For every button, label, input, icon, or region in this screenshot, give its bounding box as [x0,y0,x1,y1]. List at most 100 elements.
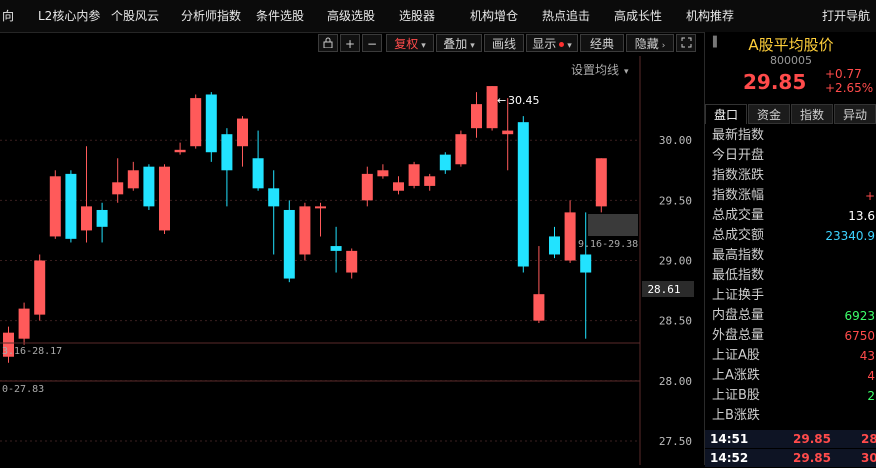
quote-row: 总成交额 23340.9 [705,226,876,246]
candle [18,302,30,345]
candle [3,326,14,363]
menu-item-hot-chase[interactable]: 热点追击 [542,0,590,32]
candle [237,116,248,167]
quote-row: 指数涨幅 + [705,186,876,206]
candle [221,128,233,207]
lower-line-label: 0-27.83 [2,384,44,395]
candle-body [159,166,170,231]
candle-body [471,104,482,129]
candle-body [34,260,46,315]
menu-item-stock-news[interactable]: 个股风云 [111,0,159,32]
lock-icon [323,37,333,51]
quote-row-label: 最高指数 [712,248,765,263]
candle [283,200,295,283]
candle [34,254,46,321]
candle [96,202,108,243]
kline-chart-svg: 30.00 29.50 29.00 28.50 28.00 27.50 设置均线 ▾ 30… [0,56,694,465]
menu-item-l2[interactable]: L2核心内参 [38,0,100,32]
candle-body [315,206,326,209]
candle-body [190,98,202,147]
candle-body [346,250,358,273]
display-button[interactable]: 显示 ▾ [526,34,578,52]
candle-body [580,254,592,273]
sidebar-tabs: 盘口 资金 指数 异动 [705,104,876,124]
last-price: 29.85 [743,70,807,94]
caret-down-icon: ▾ [567,41,572,51]
tick-time: 14:52 [710,451,749,465]
upper-line-label: 3.16-28.17 [2,346,62,357]
classic-button[interactable]: 经典 [580,34,624,52]
zoom-out-button[interactable]: − [362,34,382,52]
quote-row-label: 上证B股 [712,388,760,403]
draw-line-button[interactable]: 画线 [484,34,524,52]
quote-row: 外盘总量 6750 [705,326,876,346]
candle [268,170,280,255]
tab-movement[interactable]: 异动 [834,104,876,124]
candle-body [439,154,451,171]
overlay-button[interactable]: 叠加 ▾ [436,34,482,52]
fullscreen-icon [681,37,692,51]
candle-body [564,212,576,261]
alert-dot-icon [559,42,565,47]
candle-body [49,176,61,237]
candle [65,170,77,243]
quote-row-value: 6923 [844,309,875,323]
caret-down-icon: ▾ [470,41,475,51]
menu-item-open-nav[interactable]: 打开导航 [822,0,870,32]
menu-item-conditional-select[interactable]: 条件选股 [256,0,304,32]
menu-item-institution-rec[interactable]: 机构推荐 [686,0,734,32]
zoom-in-button[interactable]: + [340,34,360,52]
lock-button[interactable] [318,34,338,52]
candle-body [424,176,436,186]
tab-funds[interactable]: 资金 [748,104,790,124]
quote-row: 上B涨跌 [705,406,876,426]
quote-row-value: 2 [867,389,875,403]
tab-index[interactable]: 指数 [791,104,833,124]
top-menu-bar: 向 L2核心内参 个股风云 分析师指数 条件选股 高级选股 选股器 机构增仓 热… [0,0,876,33]
candle-body [112,182,124,195]
candle-body [143,166,155,207]
menu-item-stock-picker[interactable]: 选股器 [399,0,435,32]
candle [517,116,529,273]
candle-body [205,94,217,153]
hide-button[interactable]: 隐藏 › [626,34,674,52]
candle [174,142,186,155]
change-value: +0.77 [825,67,862,81]
adjust-button[interactable]: 复权 ▾ [386,34,434,52]
chart-toolbar: + − 复权 ▾ 叠加 ▾ 画线 显示 ▾ 经典 隐藏 › [310,32,700,54]
ma-setting-label[interactable]: 设置均线 [571,63,619,77]
menu-item-advanced-select[interactable]: 高级选股 [327,0,375,32]
current-price-label: 28.61 [647,283,680,296]
candle [408,161,420,189]
candle [564,200,576,263]
menu-item-0[interactable]: 向 [2,0,14,32]
candle-body [237,118,248,147]
kline-chart[interactable]: 30.00 29.50 29.00 28.50 28.00 27.50 设置均线 ▾ 30… [0,56,700,465]
quote-row: 上证B股 2 [705,386,876,406]
candle [439,152,451,174]
quote-row-label: 总成交量 [712,208,765,223]
quote-row-label: 今日开盘 [712,148,765,163]
quote-row-label: 内盘总量 [712,308,765,323]
candle [49,170,61,239]
chevron-right-icon: › [661,41,666,51]
candle [143,164,155,210]
quote-row: 上证A股 43 [705,346,876,366]
tick-time: 14:51 [710,432,749,446]
candle [205,92,217,162]
menu-item-high-growth[interactable]: 高成长性 [614,0,662,32]
candle [315,202,326,237]
quote-row-label: 外盘总量 [712,328,765,343]
quote-row-value: 6750 [844,329,875,343]
mid-line-label: 9.16-29.38 [578,239,638,250]
candle-body [283,209,295,279]
fullscreen-button[interactable] [676,34,696,52]
y-tick-label: 28.50 [659,315,692,328]
menu-item-analyst-index[interactable]: 分析师指数 [181,0,241,32]
arrow-left-icon: ← [497,94,506,107]
candle-body [517,122,529,267]
menu-item-institution-add[interactable]: 机构增仓 [470,0,518,32]
candle-body [533,294,545,321]
candle [393,176,404,195]
tab-orderbook[interactable]: 盘口 [705,104,747,124]
